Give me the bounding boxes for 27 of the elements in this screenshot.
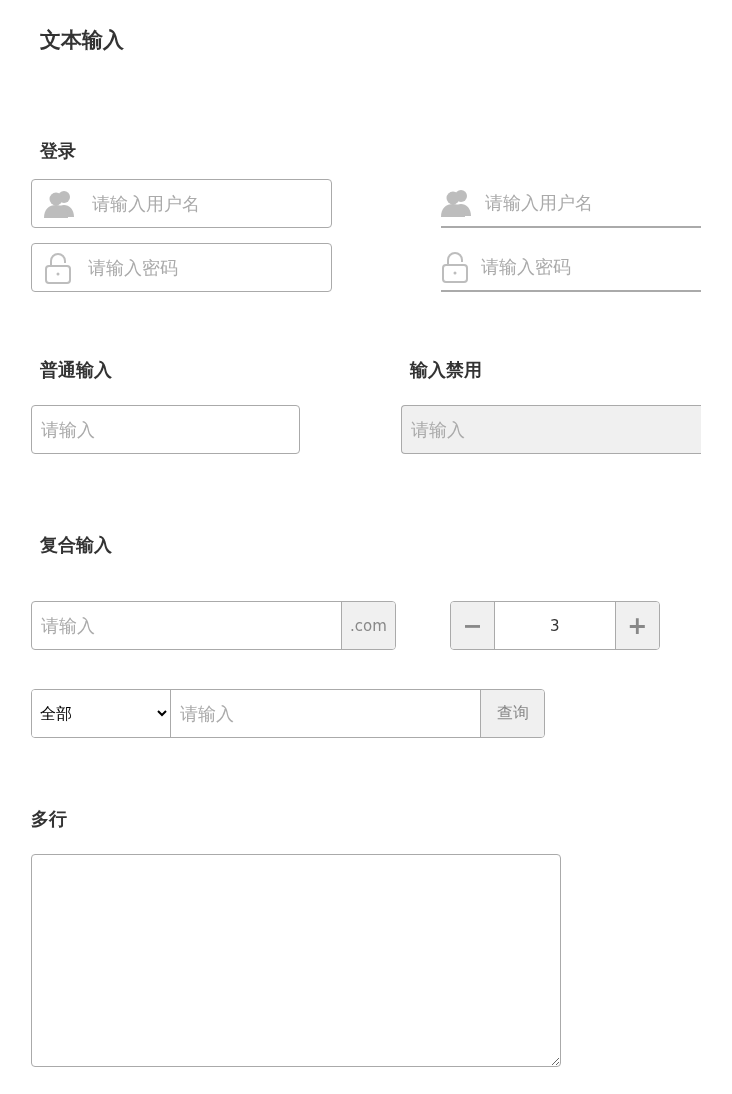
page-title: 文本输入 [40,27,125,54]
text-input[interactable]: 请输入密码 [479,255,701,278]
input-field[interactable]: 请输入用户名 [441,179,701,228]
lock-icon [441,250,469,283]
section-title: 复合输入 [40,533,113,557]
number-field[interactable]: 3 [493,602,616,649]
users-icon [44,189,76,218]
section-title: 多行 [31,807,68,831]
text-input[interactable]: 请输入用户名 [483,191,701,214]
number-stepper[interactable]: − 3 + [449,601,660,650]
text-area[interactable] [31,854,561,1067]
input-field[interactable]: 请输入密码 [31,243,332,292]
users-icon [441,188,473,217]
text-input[interactable]: 请输入密码 [86,256,319,279]
section-title: 输入禁用 [410,358,483,382]
section-title: 普通输入 [40,358,113,382]
section-title: 登录 [40,139,77,163]
input-field[interactable]: 请输入密码 [441,243,701,292]
search-group[interactable]: 全部 请输入 查询 [31,689,545,738]
category-dropdown[interactable]: 全部 [32,690,171,737]
search-field[interactable]: 请输入 [171,690,480,737]
input-field[interactable]: 请输入 [31,405,300,454]
text-input[interactable]: 请输入用户名 [90,192,319,215]
input-field[interactable]: 请输入 [32,602,341,649]
lock-icon [44,251,72,284]
suffix-addon: .com [341,602,395,649]
input-field[interactable]: 请输入用户名 [31,179,332,228]
